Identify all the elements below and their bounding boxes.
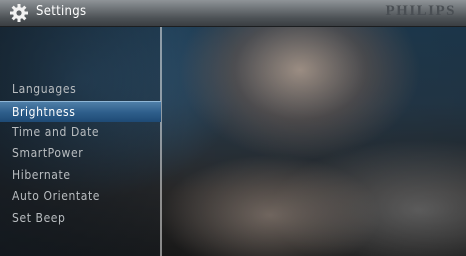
title-bar: Settings PHILIPS [0,0,466,27]
menu-item-smartpower[interactable]: SmartPower [10,143,161,165]
menu-item-hibernate[interactable]: Hibernate [10,165,161,187]
menu-item-set-beep[interactable]: Set Beep [10,208,161,230]
menu-item-time-and-date[interactable]: Time and Date [10,122,161,144]
page-title: Settings [36,4,87,19]
menu-item-languages[interactable]: Languages [10,79,161,101]
gear-icon [9,3,29,23]
menu-item-auto-orientate[interactable]: Auto Orientate [10,186,161,208]
menu-item-brightness[interactable]: Brightness [0,100,161,122]
settings-menu: Languages Brightness Time and Date Smart… [0,79,161,230]
settings-screen: Settings PHILIPS Languages Brightness Ti… [0,0,466,256]
brand-logo: PHILIPS [385,3,456,19]
